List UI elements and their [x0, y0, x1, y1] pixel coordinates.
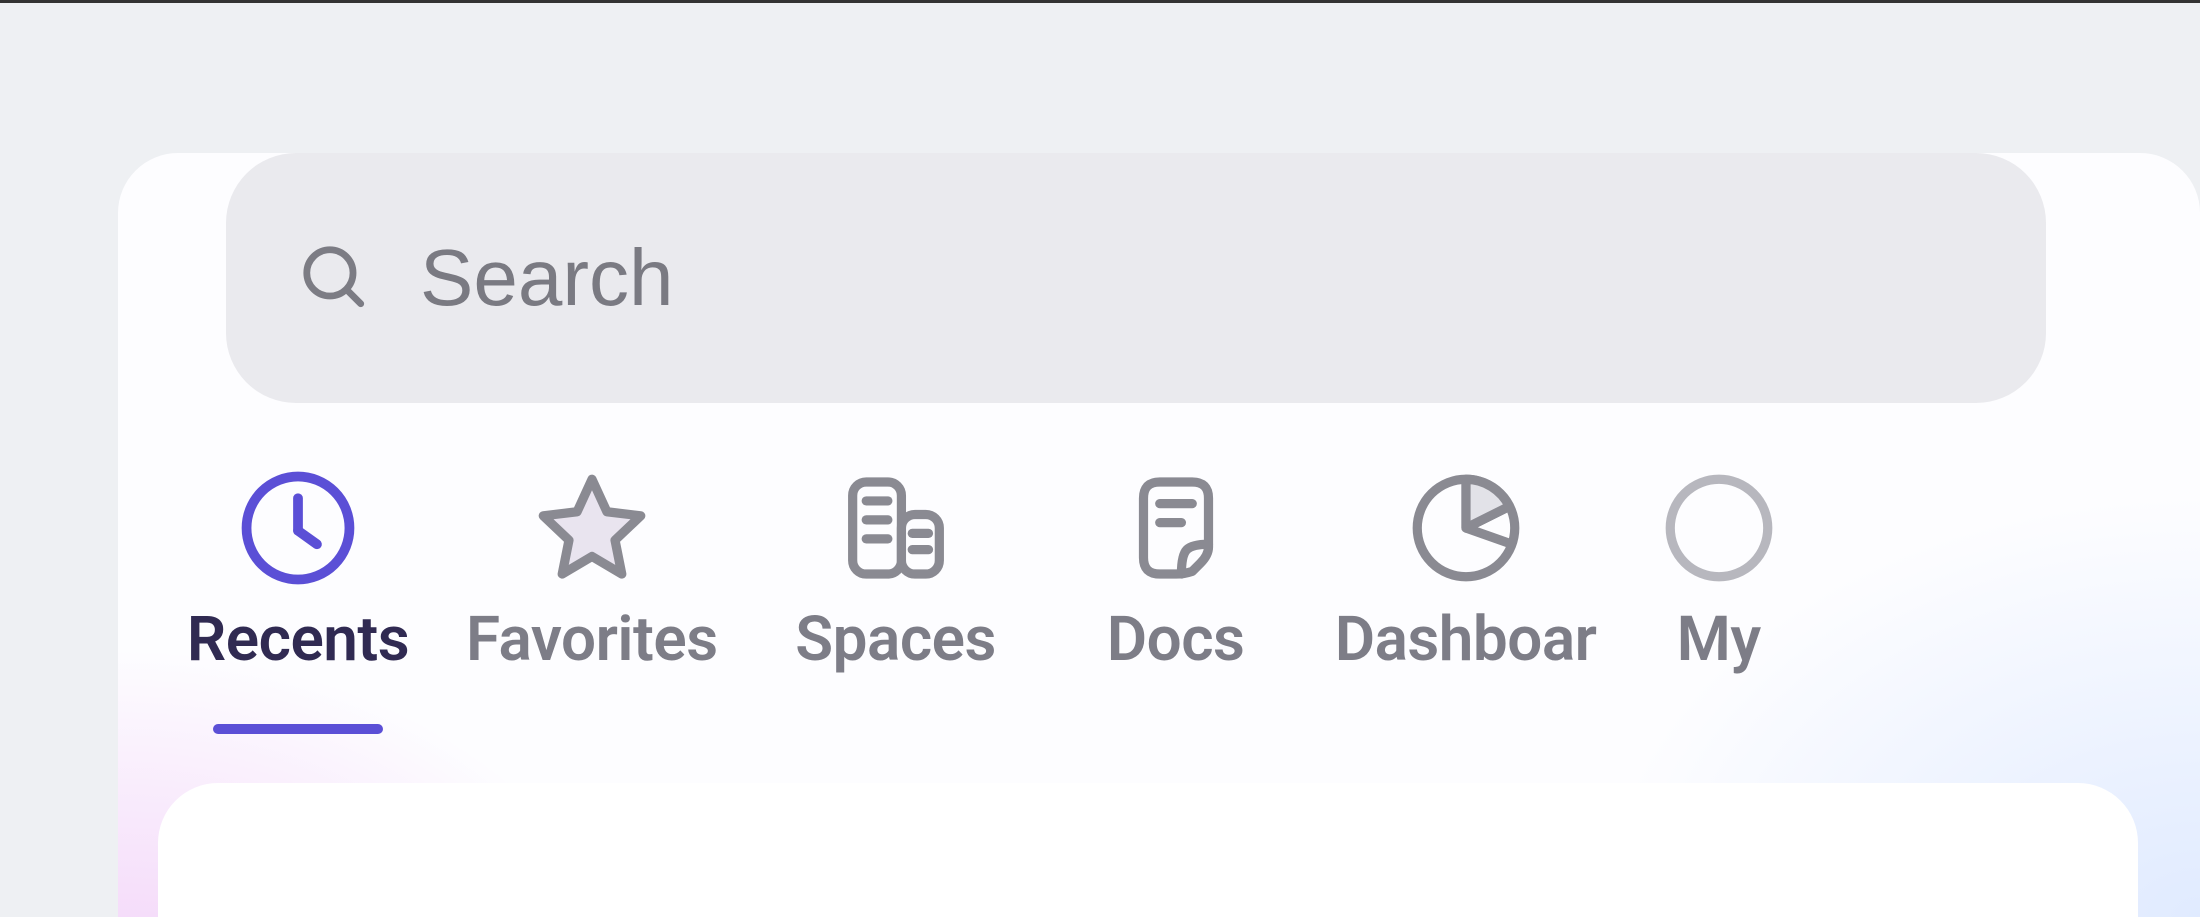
- tabs-row: Recents Favorites: [158, 453, 2200, 676]
- main-panel: Recents Favorites: [118, 153, 2200, 917]
- tab-label: Dashboar: [1335, 603, 1597, 676]
- circle-icon: [1654, 453, 1784, 603]
- tab-label: Docs: [1107, 603, 1245, 676]
- content-card: [158, 783, 2138, 917]
- tab-label: Recents: [187, 603, 409, 676]
- tab-label: My: [1677, 603, 1761, 676]
- tab-dashboards[interactable]: Dashboar: [1306, 453, 1626, 676]
- tab-favorites[interactable]: Favorites: [438, 453, 746, 676]
- tab-docs[interactable]: Docs: [1046, 453, 1306, 676]
- star-icon: [527, 453, 657, 603]
- tab-my[interactable]: My: [1626, 453, 1812, 676]
- tab-spaces[interactable]: Spaces: [746, 453, 1046, 676]
- tab-label: Spaces: [795, 603, 996, 676]
- document-icon: [1111, 453, 1241, 603]
- pie-chart-icon: [1401, 453, 1531, 603]
- search-bar[interactable]: [226, 153, 2046, 403]
- search-icon: [296, 239, 370, 317]
- tab-recents[interactable]: Recents: [158, 453, 438, 676]
- clock-icon: [233, 453, 363, 603]
- tab-label: Favorites: [466, 603, 718, 676]
- search-input[interactable]: [420, 232, 2046, 324]
- buildings-icon: [831, 453, 961, 603]
